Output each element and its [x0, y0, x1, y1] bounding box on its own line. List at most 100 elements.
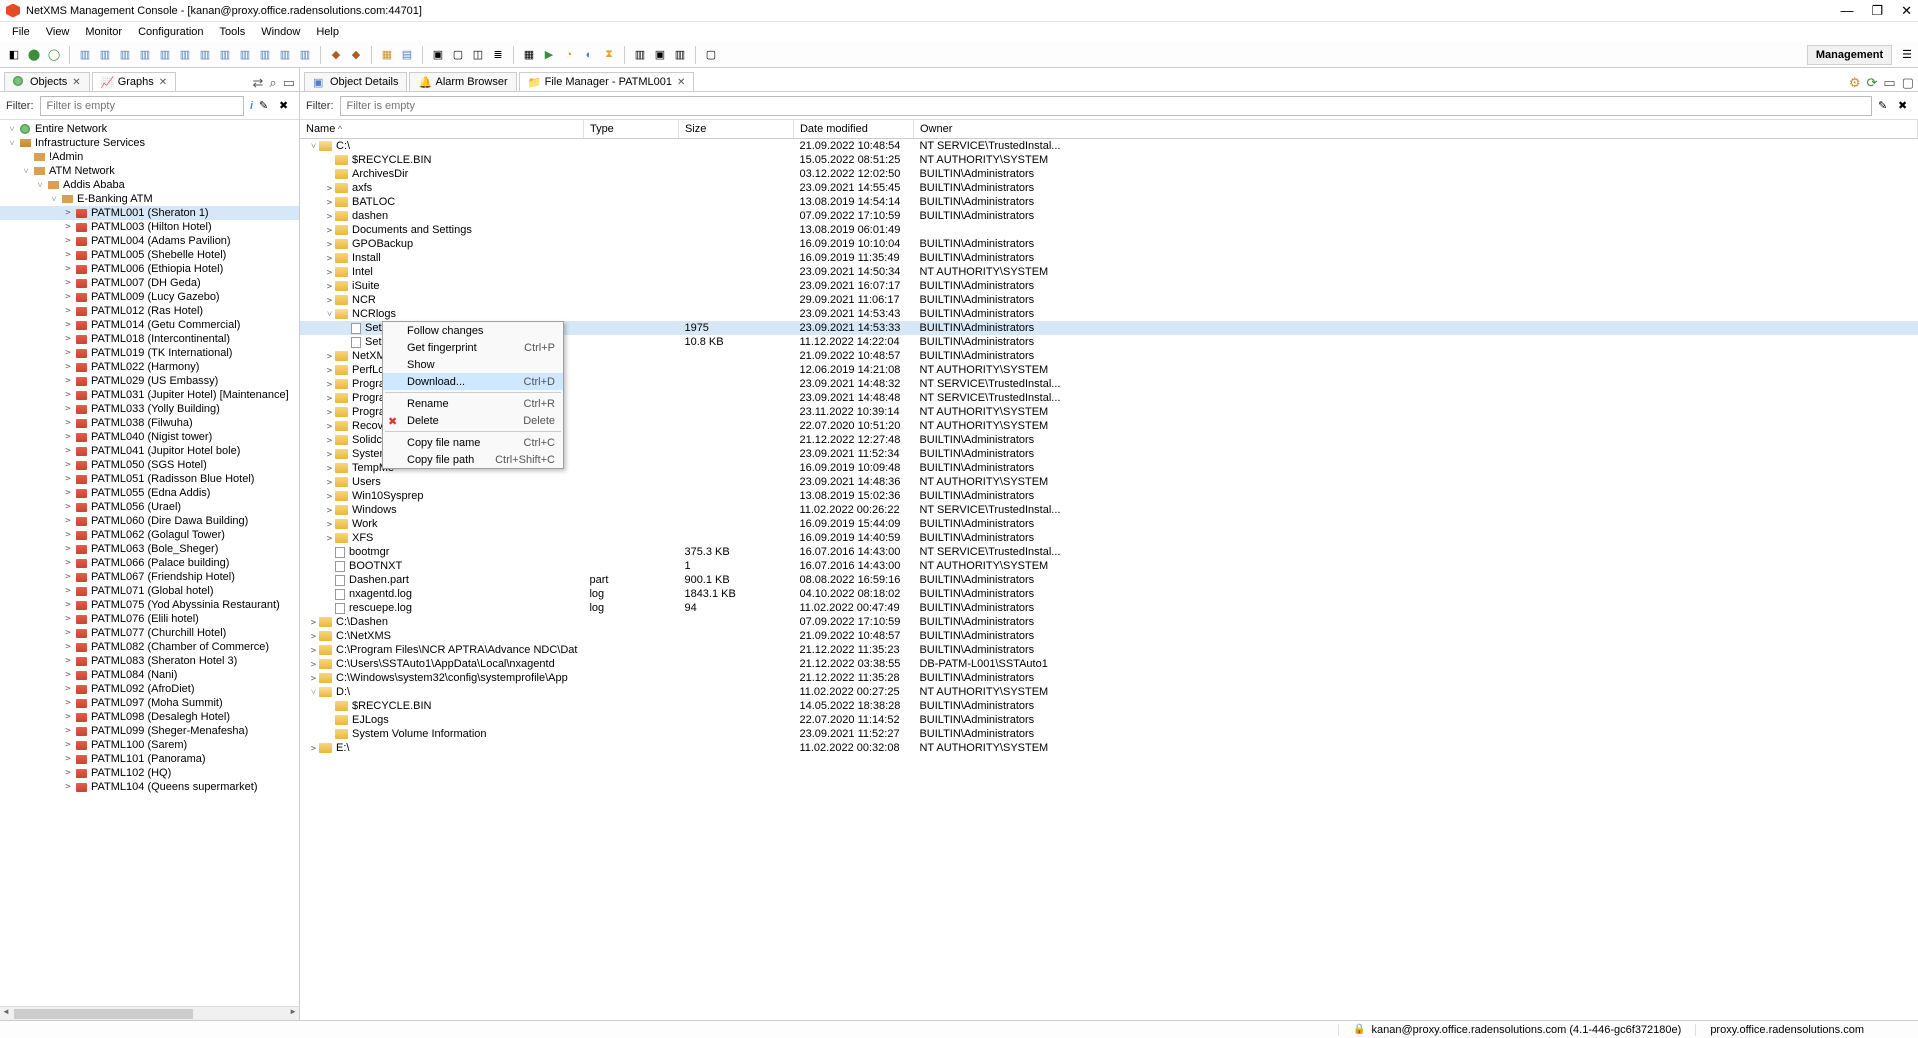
tree-node[interactable]: >PATML041 (Jupitor Hotel bole) — [0, 444, 299, 458]
twisty-icon[interactable]: ˅ — [308, 141, 319, 152]
twisty-icon[interactable]: > — [308, 618, 319, 628]
tree-node[interactable]: >PATML009 (Lucy Gazebo) — [0, 290, 299, 304]
column-name[interactable]: Name — [300, 120, 583, 139]
toolbar-icon[interactable]: ≣ — [490, 47, 506, 63]
twisty-icon[interactable]: > — [324, 296, 335, 306]
twisty-icon[interactable]: > — [324, 184, 335, 194]
toolbar-icon[interactable]: ◐ — [581, 47, 597, 63]
toolbar-icon[interactable]: ▥ — [672, 47, 688, 63]
tree-node[interactable]: ˅ATM Network — [0, 164, 299, 178]
toolbar-icon[interactable]: ▢ — [450, 47, 466, 63]
tree-node[interactable]: >PATML098 (Desalegh Hotel) — [0, 710, 299, 724]
table-row[interactable]: ˅C:\21.09.2022 10:48:54NT SERVICE\Truste… — [300, 139, 1918, 154]
table-row[interactable]: nxagentd.loglog1843.1 KB04.10.2022 08:18… — [300, 587, 1918, 601]
toolbar-icon[interactable]: ▥ — [277, 47, 293, 63]
tree-twisty-icon[interactable]: ˅ — [6, 124, 18, 135]
tree-twisty-icon[interactable]: > — [62, 474, 74, 484]
toolbar-icon[interactable]: ▥ — [197, 47, 213, 63]
twisty-icon[interactable]: > — [324, 198, 335, 208]
tree-twisty-icon[interactable]: > — [62, 236, 74, 246]
left-filter-input[interactable] — [40, 96, 244, 116]
maximize-button[interactable]: ❐ — [1871, 3, 1883, 19]
tree-node[interactable]: >PATML084 (Nani) — [0, 668, 299, 682]
tab-alarm-browser[interactable]: 🔔Alarm Browser — [409, 72, 516, 91]
table-row[interactable]: Dashen.partpart900.1 KB08.08.2022 16:59:… — [300, 573, 1918, 587]
tree-twisty-icon[interactable]: > — [62, 334, 74, 344]
edit-filter-icon[interactable]: ✎ — [259, 99, 273, 113]
minimize-view-icon[interactable]: ▭ — [1883, 75, 1895, 91]
menu-help[interactable]: Help — [310, 24, 345, 40]
twisty-icon[interactable]: > — [324, 366, 335, 376]
tree-node[interactable]: >PATML038 (Filwuha) — [0, 416, 299, 430]
toolbar-icon[interactable]: ▢ — [703, 47, 719, 63]
tree-twisty-icon[interactable]: > — [62, 614, 74, 624]
toolbar-icon[interactable]: ▥ — [157, 47, 173, 63]
tree-twisty-icon[interactable]: > — [62, 740, 74, 750]
tree-twisty-icon[interactable]: > — [62, 292, 74, 302]
table-row[interactable]: >Work16.09.2019 15:44:09BUILTIN\Administ… — [300, 517, 1918, 531]
tree-twisty-icon[interactable]: > — [62, 642, 74, 652]
tree-twisty-icon[interactable]: ˅ — [34, 180, 46, 191]
tree-node[interactable]: >PATML063 (Bole_Sheger) — [0, 542, 299, 556]
tree-twisty-icon[interactable]: > — [62, 320, 74, 330]
tree-twisty-icon[interactable]: > — [62, 488, 74, 498]
toolbar-icon[interactable]: ▦ — [379, 47, 395, 63]
ctx-show[interactable]: Show — [383, 356, 563, 373]
toolbar-icon[interactable]: ▥ — [177, 47, 193, 63]
file-table[interactable]: NameTypeSizeDate modifiedOwner ˅C:\21.09… — [300, 120, 1918, 1020]
menu-configuration[interactable]: Configuration — [132, 24, 209, 40]
tree-twisty-icon[interactable]: > — [62, 502, 74, 512]
ctx-download-[interactable]: Download...Ctrl+D — [383, 373, 563, 390]
tree-twisty-icon[interactable]: > — [62, 432, 74, 442]
twisty-icon[interactable]: > — [324, 408, 335, 418]
tree-twisty-icon[interactable]: > — [62, 684, 74, 694]
twisty-icon[interactable]: > — [324, 520, 335, 530]
twisty-icon[interactable]: > — [324, 226, 335, 236]
tree-node[interactable]: ˅E-Banking ATM — [0, 192, 299, 206]
table-row[interactable]: rescuepe.loglog9411.02.2022 00:47:49BUIL… — [300, 601, 1918, 615]
clear-filter-icon[interactable]: ✖ — [1898, 99, 1912, 113]
menu-file[interactable]: File — [6, 24, 36, 40]
tree-node[interactable]: >PATML022 (Harmony) — [0, 360, 299, 374]
link-icon[interactable]: ⌕ — [269, 75, 276, 91]
tree-twisty-icon[interactable]: > — [62, 698, 74, 708]
tab-object-details[interactable]: ▣Object Details — [304, 72, 407, 91]
clear-filter-icon[interactable]: ✖ — [279, 99, 293, 113]
toolbar-icon[interactable]: ▣ — [652, 47, 668, 63]
toolbar-icon[interactable]: ▥ — [257, 47, 273, 63]
table-row[interactable]: >axfs23.09.2021 14:55:45BUILTIN\Administ… — [300, 181, 1918, 195]
tab-objects[interactable]: Objects✕ — [4, 72, 90, 91]
ctx-copy-file-path[interactable]: Copy file pathCtrl+Shift+C — [383, 451, 563, 468]
table-row[interactable]: >C:\NetXMS21.09.2022 10:48:57BUILTIN\Adm… — [300, 629, 1918, 643]
tree-twisty-icon[interactable]: > — [62, 446, 74, 456]
tree-node[interactable]: >PATML077 (Churchill Hotel) — [0, 626, 299, 640]
twisty-icon[interactable]: > — [324, 212, 335, 222]
tree-node[interactable]: >PATML031 (Jupiter Hotel) [Maintenance] — [0, 388, 299, 402]
perspective-menu-icon[interactable]: ☰ — [1902, 48, 1912, 61]
close-tab-icon[interactable]: ✕ — [72, 77, 80, 88]
tree-twisty-icon[interactable]: ˅ — [6, 138, 18, 149]
close-tab-icon[interactable]: ✕ — [159, 77, 167, 88]
toolbar-icon[interactable]: ◯ — [46, 47, 62, 63]
tree-node[interactable]: ˅Addis Ababa — [0, 178, 299, 192]
tree-node[interactable]: >PATML007 (DH Geda) — [0, 276, 299, 290]
ctx-copy-file-name[interactable]: Copy file nameCtrl+C — [383, 434, 563, 451]
tree-node[interactable]: >PATML071 (Global hotel) — [0, 584, 299, 598]
table-row[interactable]: >Windows11.02.2022 00:26:22NT SERVICE\Tr… — [300, 503, 1918, 517]
table-row[interactable]: BOOTNXT116.07.2016 14:43:00NT AUTHORITY\… — [300, 559, 1918, 573]
column-date-modified[interactable]: Date modified — [793, 120, 913, 139]
table-row[interactable]: ArchivesDir03.12.2022 12:02:50BUILTIN\Ad… — [300, 167, 1918, 181]
twisty-icon[interactable]: > — [308, 660, 319, 670]
tree-twisty-icon[interactable]: > — [62, 558, 74, 568]
column-type[interactable]: Type — [583, 120, 678, 139]
twisty-icon[interactable]: ˅ — [324, 309, 335, 320]
tree-node[interactable]: >PATML092 (AfroDiet) — [0, 682, 299, 696]
table-row[interactable]: >C:\Dashen07.09.2022 17:10:59BUILTIN\Adm… — [300, 615, 1918, 629]
edit-filter-icon[interactable]: ✎ — [1878, 99, 1892, 113]
toolbar-icon[interactable]: ▥ — [117, 47, 133, 63]
tree-twisty-icon[interactable]: > — [62, 250, 74, 260]
tree-twisty-icon[interactable]: > — [62, 656, 74, 666]
toolbar-icon[interactable]: ▦ — [521, 47, 537, 63]
tree-node[interactable]: >PATML066 (Palace building) — [0, 556, 299, 570]
tree-twisty-icon[interactable]: > — [62, 348, 74, 358]
